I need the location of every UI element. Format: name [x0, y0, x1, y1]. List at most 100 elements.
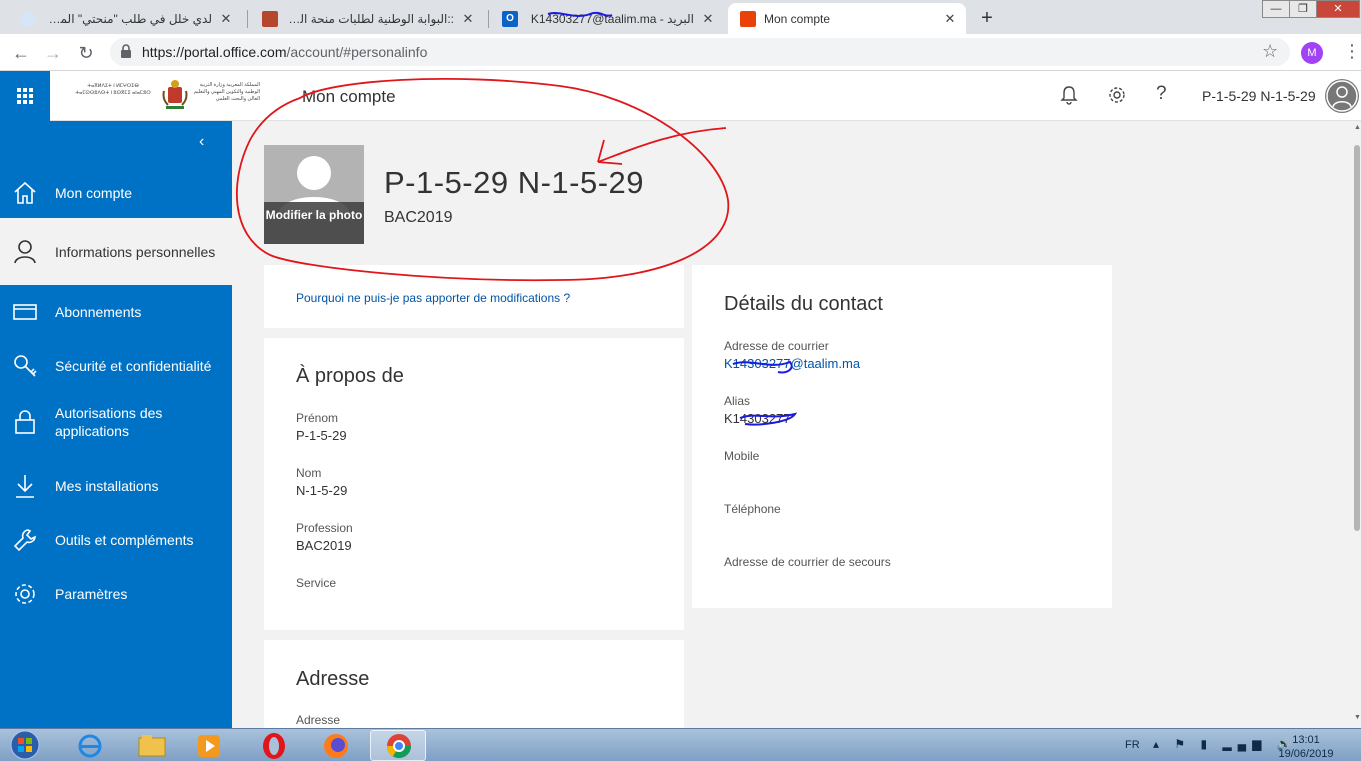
- field-value-alias: K14303277: [724, 411, 791, 426]
- office-header: ⵜⴰⴳⵍⴷⵉⵜ ⵏ ⵍⵎⵖⵔⵉⴱ ⵜⴰⵎⵙⵙⵓⴷⵙⵜ ⵏ ⵓⵙⴳⵎⵉ ⴰⵏⴰⵎⵓ…: [0, 71, 1361, 121]
- nav-item-securite[interactable]: Sécurité et confidentialité: [0, 346, 232, 386]
- header-title: Mon compte: [302, 87, 396, 106]
- taskbar-clock[interactable]: 13:01 19/06/2019: [1278, 733, 1334, 761]
- media-player-icon[interactable]: [182, 730, 238, 761]
- person-icon: [14, 240, 36, 264]
- logo-arabic-text: المملكة المغربية وزارة التربية الوطنية و…: [193, 82, 260, 102]
- user-avatar[interactable]: [1325, 79, 1359, 113]
- clock-date: 19/06/2019: [1278, 748, 1334, 760]
- why-cant-edit-link[interactable]: Pourquoi ne puis-je pas apporter de modi…: [296, 291, 570, 305]
- reload-button[interactable]: ↻: [73, 40, 99, 66]
- collapse-nav-chevron-icon[interactable]: ‹: [199, 133, 204, 151]
- chrome-taskbar-button[interactable]: [370, 730, 426, 761]
- field-value-email[interactable]: K14303277@taalim.ma: [724, 356, 860, 371]
- bookmark-star-icon[interactable]: ☆: [1262, 41, 1278, 62]
- close-tab-icon[interactable]: ✕: [942, 11, 958, 27]
- notification-bell-icon[interactable]: [1058, 84, 1080, 106]
- settings-gear-icon[interactable]: [1106, 84, 1128, 106]
- tab-title: البريد - K14303277@taalim.ma: [530, 11, 694, 26]
- forum-favicon-icon: [20, 10, 36, 27]
- field-label-profession: Profession: [296, 521, 353, 535]
- help-icon[interactable]: ?: [1156, 83, 1167, 105]
- nav-item-mes-installations[interactable]: Mes installations: [0, 466, 232, 506]
- minimize-button[interactable]: —: [1262, 0, 1290, 18]
- tab-separator: [247, 10, 248, 28]
- nav-item-informations-personnelles[interactable]: Informations personnelles: [0, 218, 232, 285]
- coat-of-arms-icon: [162, 80, 188, 109]
- new-tab-button[interactable]: +: [974, 5, 1000, 31]
- start-button-icon[interactable]: [6, 729, 44, 761]
- profile-photo[interactable]: Modifier la photo: [264, 145, 364, 244]
- card-icon: [13, 304, 37, 320]
- ministry-logo: ⵜⴰⴳⵍⴷⵉⵜ ⵏ ⵍⵎⵖⵔⵉⴱ ⵜⴰⵎⵙⵙⵓⴷⵙⵜ ⵏ ⵓⵙⴳⵎⵉ ⴰⵏⴰⵎⵓ…: [70, 79, 260, 113]
- address-card: Adresse Adresse: [264, 640, 684, 728]
- nav-label: Outils et compléments: [55, 532, 194, 548]
- system-tray-icons[interactable]: ▴ ⚑ ▮ ▂▄▆ 🔊: [1153, 737, 1298, 751]
- opera-icon[interactable]: [246, 730, 302, 761]
- file-explorer-icon[interactable]: [124, 730, 180, 761]
- url-host: https://portal.office.com: [142, 44, 287, 60]
- download-icon: [16, 475, 34, 498]
- scroll-down-arrow-icon[interactable]: ▼: [1354, 714, 1361, 721]
- contact-title: Détails du contact: [724, 293, 883, 315]
- nav-label: Sécurité et confidentialité: [55, 358, 212, 374]
- profile-display-name: P-1-5-29 N-1-5-29: [384, 165, 645, 200]
- field-label-mobile: Mobile: [724, 449, 760, 463]
- nav-item-parametres[interactable]: Paramètres: [0, 574, 232, 614]
- more-menu-icon[interactable]: ⋮: [1343, 41, 1361, 62]
- field-label-alias: Alias: [724, 394, 751, 408]
- header-user-name[interactable]: P-1-5-29 N-1-5-29: [1202, 88, 1316, 104]
- browser-tab-3[interactable]: O البريد - K14303277@taalim.ma ✕: [490, 3, 724, 34]
- url-input[interactable]: https://portal.office.com/account/#perso…: [110, 38, 1290, 66]
- app-launcher-button[interactable]: [0, 71, 50, 121]
- close-tab-icon[interactable]: ✕: [218, 11, 234, 27]
- chrome-icon: [387, 734, 411, 759]
- back-button[interactable]: ←: [8, 40, 34, 66]
- nav-item-autorisations[interactable]: Autorisations des applications: [0, 397, 232, 447]
- key-search-icon: [14, 355, 37, 377]
- ministry-favicon-icon: [262, 10, 278, 27]
- nav-label: Autorisations des applications: [55, 405, 163, 439]
- nav-item-outils[interactable]: Outils et compléments: [0, 520, 232, 560]
- browser-tabstrip: لدي خلل في طلب "منحتي" المرجو مساعدتي ✕ …: [0, 0, 1361, 34]
- internet-explorer-icon[interactable]: [62, 730, 118, 761]
- profile-avatar[interactable]: M: [1301, 42, 1323, 64]
- browser-tab-4-active[interactable]: Mon compte ✕: [728, 3, 966, 34]
- close-tab-icon[interactable]: ✕: [700, 11, 716, 27]
- close-window-button[interactable]: ✕: [1316, 0, 1360, 18]
- field-label-telephone: Téléphone: [724, 502, 781, 516]
- close-tab-icon[interactable]: ✕: [460, 11, 476, 27]
- field-label-prenom: Prénom: [296, 411, 339, 425]
- field-value-prenom: P-1-5-29: [296, 428, 347, 443]
- field-label-adresse: Adresse: [296, 713, 341, 727]
- language-indicator[interactable]: FR: [1125, 739, 1140, 751]
- lock-icon: [15, 410, 35, 434]
- address-title: Adresse: [296, 668, 370, 690]
- forward-button[interactable]: →: [40, 40, 66, 66]
- nav-item-abonnements[interactable]: Abonnements: [0, 292, 232, 332]
- contact-card: Détails du contact Adresse de courrier K…: [692, 265, 1112, 608]
- nav-label: Mes installations: [55, 478, 159, 494]
- nav-item-mon-compte[interactable]: Mon compte: [0, 173, 232, 213]
- outlook-favicon-icon: O: [502, 10, 518, 27]
- about-title: À propos de: [296, 365, 404, 387]
- browser-tab-1[interactable]: لدي خلل في طلب "منحتي" المرجو مساعدتي ✕: [8, 3, 242, 34]
- home-icon: [14, 181, 36, 204]
- left-navigation: ‹ Mon compte Informations personnelles A…: [0, 121, 232, 728]
- info-card: Pourquoi ne puis-je pas apporter de modi…: [264, 265, 684, 328]
- clock-time: 13:01: [1292, 734, 1320, 746]
- nav-label: Informations personnelles: [55, 243, 216, 260]
- field-label-nom: Nom: [296, 466, 322, 480]
- logo-tifinagh-text: ⵜⴰⴳⵍⴷⵉⵜ ⵏ ⵍⵎⵖⵔⵉⴱ ⵜⴰⵎⵙⵙⵓⴷⵙⵜ ⵏ ⵓⵙⴳⵎⵉ ⴰⵏⴰⵎⵓ…: [75, 83, 151, 96]
- gear-icon: [15, 584, 35, 604]
- office-favicon-icon: [740, 10, 756, 27]
- restore-button[interactable]: ❐: [1289, 0, 1317, 18]
- field-label-email: Adresse de courrier: [724, 339, 829, 353]
- scroll-up-arrow-icon[interactable]: ▲: [1354, 124, 1361, 131]
- change-photo-button[interactable]: Modifier la photo: [264, 202, 364, 244]
- nav-label: Mon compte: [55, 185, 133, 201]
- firefox-icon[interactable]: [308, 730, 364, 761]
- tab-separator: [488, 10, 489, 28]
- scrollbar-thumb[interactable]: [1354, 145, 1360, 531]
- browser-tab-2[interactable]: ::البوابة الوطنية لطلبات منحة التعليم ال…: [250, 3, 484, 34]
